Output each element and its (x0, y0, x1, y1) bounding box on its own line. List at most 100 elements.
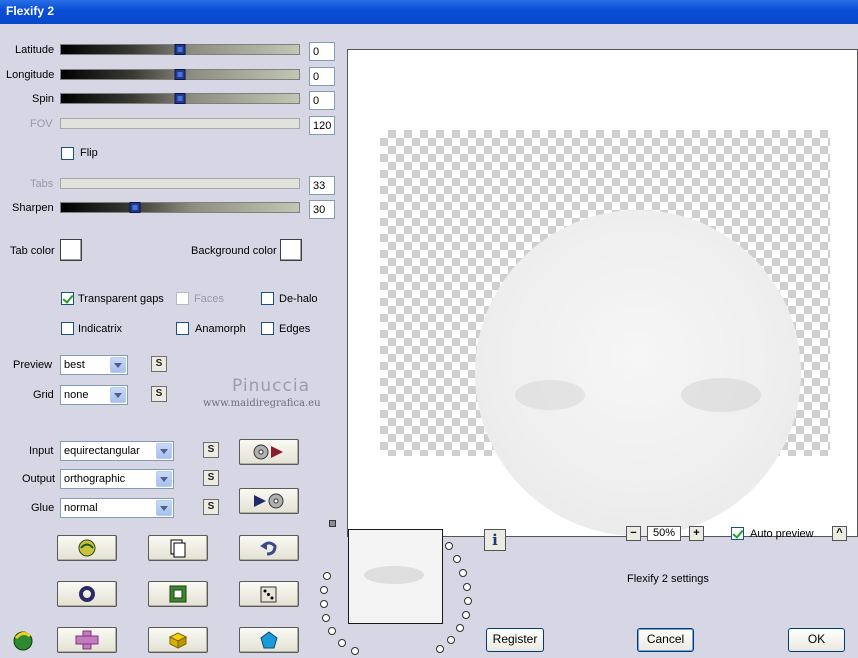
glue-select-value: normal (64, 502, 98, 514)
output-label: Output (22, 473, 56, 485)
latitude-slider-thumb[interactable] (174, 44, 186, 55)
indicatrix-checkbox[interactable] (61, 322, 74, 335)
ring-button[interactable] (57, 581, 117, 607)
chevron-down-icon[interactable] (156, 443, 172, 459)
register-button[interactable]: Register (486, 628, 544, 652)
sphere-arrow-icon (78, 539, 96, 557)
dice-icon (260, 586, 277, 603)
auto-preview-checkbox[interactable] (731, 527, 744, 540)
flip-label: Flip (80, 147, 98, 159)
undo-button[interactable] (239, 535, 299, 561)
ok-button[interactable]: OK (788, 628, 845, 652)
longitude-slider[interactable] (60, 69, 300, 80)
nav-dot[interactable] (322, 614, 330, 622)
pentagon-button[interactable] (239, 627, 299, 653)
chevron-down-icon[interactable] (110, 387, 126, 403)
glue-label: Glue (31, 502, 55, 514)
zoom-level: 50% (647, 526, 681, 541)
transparent-gaps-label: Transparent gaps (78, 293, 164, 305)
longitude-slider-thumb[interactable] (174, 69, 186, 80)
nav-dot[interactable] (447, 636, 455, 644)
preview-s-button[interactable]: S (151, 356, 167, 372)
glue-s-button[interactable]: S (203, 499, 219, 515)
de-halo-checkbox[interactable] (261, 292, 274, 305)
output-select[interactable]: orthographic (60, 469, 174, 489)
nav-dot[interactable] (351, 647, 359, 655)
dialog-body: Latitude 0 Longitude 0 Spin 0 FOV 120 Fl… (0, 24, 858, 658)
zoom-out-button[interactable]: − (626, 526, 641, 541)
nav-dot[interactable] (462, 611, 470, 619)
zoom-in-button[interactable]: + (689, 526, 704, 541)
spin-slider-thumb[interactable] (174, 93, 186, 104)
tab-color-label: Tab color (10, 245, 55, 257)
grid-select-value: none (64, 389, 89, 401)
collapse-button[interactable]: ^ (832, 526, 847, 541)
anamorph-checkbox[interactable] (176, 322, 189, 335)
edges-checkbox[interactable] (261, 322, 274, 335)
navigator-thumbnail[interactable] (348, 529, 443, 624)
nav-dot[interactable] (463, 583, 471, 591)
spin-label: Spin (32, 93, 55, 105)
chevron-down-icon[interactable] (156, 500, 172, 516)
cross-button[interactable] (57, 627, 117, 653)
nav-dot[interactable] (464, 597, 472, 605)
nav-dot[interactable] (338, 639, 346, 647)
longitude-value[interactable]: 0 (309, 67, 335, 86)
info-button[interactable]: i (484, 529, 506, 551)
output-s-button[interactable]: S (203, 470, 219, 486)
nav-dot[interactable] (320, 600, 328, 608)
nav-dot[interactable] (456, 624, 464, 632)
faces-label: Faces (194, 293, 224, 305)
flexify-logo-icon (10, 628, 36, 655)
background-color-label: Background color (191, 245, 277, 257)
preview-canvas[interactable] (347, 49, 858, 537)
background-color-swatch[interactable] (280, 239, 302, 261)
tabs-value[interactable]: 33 (309, 176, 335, 195)
randomize-button[interactable] (57, 535, 117, 561)
spin-value[interactable]: 0 (309, 91, 335, 110)
title-bar: Flexify 2 (0, 0, 858, 24)
grid-s-button[interactable]: S (151, 386, 167, 402)
sharpen-slider[interactable] (60, 202, 300, 213)
nav-dot[interactable] (436, 645, 444, 653)
save-preset-button[interactable] (239, 488, 299, 514)
flip-checkbox[interactable] (61, 147, 74, 160)
copy-button[interactable] (148, 535, 208, 561)
latitude-slider[interactable] (60, 44, 300, 55)
load-preset-button[interactable] (239, 439, 299, 465)
nav-dot[interactable] (328, 627, 336, 635)
tab-color-swatch[interactable] (60, 239, 82, 261)
glue-select[interactable]: normal (60, 498, 174, 518)
spin-slider[interactable] (60, 93, 300, 104)
frame-button[interactable] (148, 581, 208, 607)
longitude-label: Longitude (6, 69, 55, 81)
grid-select[interactable]: none (60, 385, 128, 405)
arrow-disc-icon (254, 493, 284, 509)
latitude-value[interactable]: 0 (309, 42, 335, 61)
fov-value[interactable]: 120 (309, 116, 335, 135)
nav-dot[interactable] (445, 542, 453, 550)
cube-button[interactable] (148, 627, 208, 653)
navigator-handle[interactable] (329, 520, 336, 527)
grid-label: Grid (33, 389, 54, 401)
nav-dot[interactable] (459, 569, 467, 577)
sharpen-slider-thumb[interactable] (129, 202, 141, 213)
nav-dot[interactable] (323, 572, 331, 580)
square-frame-icon (169, 585, 187, 603)
preview-label: Preview (13, 359, 53, 371)
output-select-value: orthographic (64, 473, 126, 485)
tabs-slider (60, 178, 300, 189)
document-copy-icon (170, 539, 186, 558)
cancel-button[interactable]: Cancel (637, 628, 694, 652)
dice-button[interactable] (239, 581, 299, 607)
nav-dot[interactable] (320, 586, 328, 594)
nav-dot[interactable] (453, 555, 461, 563)
chevron-down-icon[interactable] (156, 471, 172, 487)
transparent-gaps-checkbox[interactable] (61, 292, 74, 305)
sharpen-label: Sharpen (12, 202, 54, 214)
input-select[interactable]: equirectangular (60, 441, 174, 461)
sharpen-value[interactable]: 30 (309, 200, 335, 219)
chevron-down-icon[interactable] (110, 357, 126, 373)
preview-select[interactable]: best (60, 355, 128, 375)
input-s-button[interactable]: S (203, 442, 219, 458)
